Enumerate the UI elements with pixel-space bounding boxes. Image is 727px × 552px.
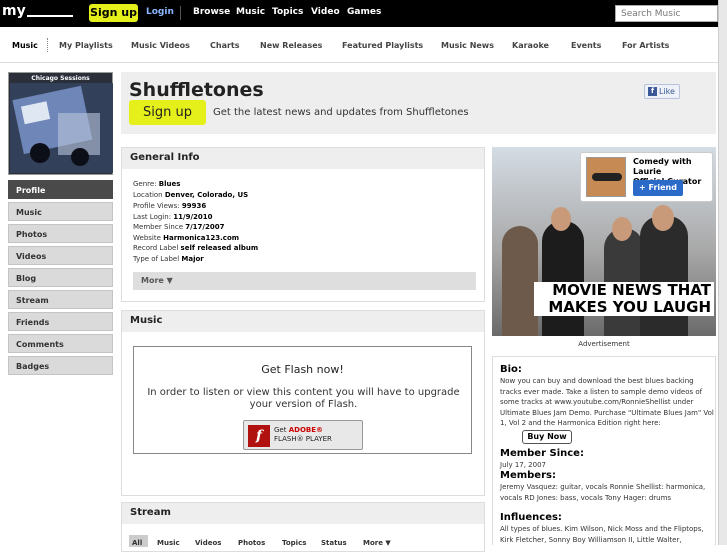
- nav-music[interactable]: Music: [236, 7, 265, 17]
- topbar-divider: [180, 6, 181, 20]
- stream-tab-topics[interactable]: Topics: [282, 539, 306, 547]
- ad-slogan: MOVIE NEWS THAT MAKES YOU LAUGH: [534, 282, 714, 316]
- get-flash-button[interactable]: f Get ADOBE® FLASH® PLAYER: [243, 420, 363, 450]
- subnav-karaoke[interactable]: Karaoke: [512, 41, 549, 50]
- sidebar-item-music[interactable]: Music: [8, 202, 113, 221]
- ad-figure: [640, 216, 688, 336]
- flash-button-text: Get ADOBE® FLASH® PLAYER: [274, 426, 332, 443]
- site-logo[interactable]: my: [2, 3, 73, 19]
- info-row: Genre: Blues: [133, 180, 181, 188]
- nav-games[interactable]: Games: [347, 7, 381, 17]
- add-friend-button[interactable]: + Friend: [633, 180, 683, 196]
- ad-figure: [502, 226, 538, 336]
- info-row: Location Denver, Colorado, US: [133, 191, 249, 199]
- sidebar-item-blog[interactable]: Blog: [8, 268, 113, 287]
- flash-message: In order to listen or view this content …: [147, 387, 460, 410]
- logo-underline: [26, 15, 73, 17]
- facebook-icon: f: [648, 87, 657, 96]
- artwork-title: Chicago Sessions: [31, 75, 90, 82]
- sidebar-item-profile[interactable]: Profile: [8, 180, 113, 199]
- nav-topics[interactable]: Topics: [272, 7, 303, 17]
- sidebar-item-photos[interactable]: Photos: [8, 224, 113, 243]
- page-title: Shuffletones: [129, 79, 264, 101]
- member-since-value: July 17, 2007: [500, 461, 546, 469]
- member-since-heading: Member Since:: [500, 448, 584, 459]
- curator-avatar: [586, 157, 626, 197]
- subnav-music-news[interactable]: Music News: [441, 41, 494, 50]
- sunglasses-icon: [592, 173, 622, 181]
- stream-tab-more[interactable]: More ▼: [363, 539, 391, 547]
- flash-title: Get Flash now!: [261, 363, 344, 376]
- info-row: Profile Views: 99936: [133, 202, 207, 210]
- stream-heading: Stream: [122, 503, 484, 524]
- subnav-music-videos[interactable]: Music Videos: [131, 41, 190, 50]
- nav-browse[interactable]: Browse: [193, 7, 230, 17]
- subnav-my-playlists[interactable]: My Playlists: [59, 41, 113, 50]
- music-heading: Music: [122, 311, 484, 332]
- stream-tab-music[interactable]: Music: [157, 539, 180, 547]
- page-scrollbar[interactable]: [718, 0, 727, 545]
- subnav-featured-playlists[interactable]: Featured Playlists: [342, 41, 423, 50]
- members-heading: Members:: [500, 470, 556, 481]
- influences-heading: Influences:: [500, 512, 562, 523]
- ad-figure-head: [652, 205, 674, 231]
- subnav-charts[interactable]: Charts: [210, 41, 240, 50]
- curator-card: Comedy with LaurieOfficial Curator + Fri…: [580, 152, 713, 202]
- ad-figure: [542, 221, 584, 336]
- buy-now-button[interactable]: Buy Now: [522, 430, 572, 444]
- info-row: Type of Label Major: [133, 255, 204, 263]
- flash-required-box: Get Flash now! In order to listen or vie…: [133, 346, 472, 454]
- stream-tab-videos[interactable]: Videos: [195, 539, 221, 547]
- sidebar-item-videos[interactable]: Videos: [8, 246, 113, 265]
- stream-tab-status[interactable]: Status: [321, 539, 347, 547]
- music-subnav: Music My Playlists Music Videos Charts N…: [0, 27, 718, 63]
- sidebar-item-stream[interactable]: Stream: [8, 290, 113, 309]
- info-row: Last Login: 11/9/2010: [133, 213, 213, 221]
- influences-value: All types of blues. Kim Wilson, Nick Mos…: [500, 525, 704, 544]
- facebook-like-button[interactable]: f Like: [644, 84, 680, 99]
- bio-heading: Bio:: [500, 364, 522, 375]
- ad-figure-head: [612, 217, 632, 241]
- subnav-for-artists[interactable]: For Artists: [622, 41, 669, 50]
- subnav-music[interactable]: Music: [12, 41, 38, 50]
- signup-button[interactable]: Sign up: [129, 100, 206, 125]
- login-link[interactable]: Login: [146, 7, 174, 17]
- sidebar-item-friends[interactable]: Friends: [8, 312, 113, 331]
- stream-tab-all[interactable]: All: [129, 535, 148, 547]
- stream-tab-photos[interactable]: Photos: [238, 539, 265, 547]
- signup-button-top[interactable]: Sign up: [89, 4, 138, 22]
- subnav-divider: [47, 38, 48, 52]
- general-info-heading: General Info: [122, 148, 484, 169]
- profile-tagline: Get the latest news and updates from Shu…: [213, 107, 469, 118]
- like-label: Like: [659, 87, 675, 96]
- ad-figure-head: [551, 207, 571, 231]
- info-row: Record Label self released album: [133, 244, 259, 252]
- members-value: Jeremy Vasquez: guitar, vocals Ronnie Sh…: [500, 483, 706, 502]
- logo-text: my: [2, 3, 26, 19]
- ad-label: Advertisement: [578, 340, 630, 348]
- flash-icon: f: [248, 425, 270, 447]
- info-row: Member Since 7/17/2007: [133, 223, 225, 231]
- artwork-image: [10, 83, 113, 173]
- search-input[interactable]: Search Music: [615, 5, 718, 22]
- more-info-button[interactable]: More ▼: [133, 272, 476, 290]
- subnav-events[interactable]: Events: [571, 41, 601, 50]
- profile-header: Shuffletones Sign up Get the latest news…: [121, 72, 716, 134]
- info-row: Website Harmonica123.com: [133, 234, 240, 242]
- top-bar: my Sign up Login Browse Music Topics Vid…: [0, 0, 727, 27]
- artist-artwork: Chicago Sessions: [8, 72, 113, 175]
- sidebar-item-comments[interactable]: Comments: [8, 334, 113, 353]
- sidebar-item-badges[interactable]: Badges: [8, 356, 113, 375]
- subnav-new-releases[interactable]: New Releases: [260, 41, 322, 50]
- bio-text: Now you can buy and download the best bl…: [500, 377, 714, 427]
- nav-video[interactable]: Video: [311, 7, 340, 17]
